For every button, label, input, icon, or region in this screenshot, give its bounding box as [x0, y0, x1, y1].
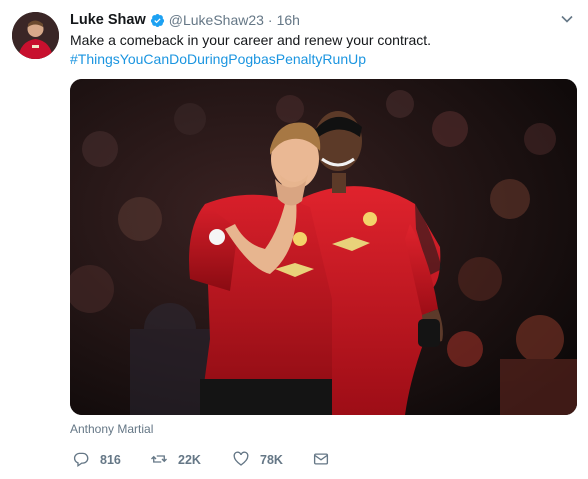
tweet-card[interactable]: Luke Shaw @LukeShaw23 · 16h Make a comeb…: [0, 0, 588, 479]
retweet-icon: [150, 450, 178, 471]
reply-count: 816: [100, 453, 121, 467]
tweet-header: Luke Shaw @LukeShaw23 · 16h: [70, 10, 300, 30]
envelope-icon: [312, 450, 330, 471]
tweet-photo[interactable]: [70, 79, 577, 415]
reply-button[interactable]: 816: [72, 449, 121, 471]
separator-dot: ·: [267, 12, 273, 28]
reply-icon: [72, 450, 100, 471]
timestamp[interactable]: 16h: [277, 12, 300, 28]
media-tag[interactable]: Anthony Martial: [70, 422, 153, 436]
hashtag-link[interactable]: #ThingsYouCanDoDuringPogbasPenaltyRunUp: [70, 50, 366, 69]
retweet-button[interactable]: 22K: [150, 449, 201, 471]
display-name[interactable]: Luke Shaw: [70, 12, 146, 28]
user-handle[interactable]: @LukeShaw23: [169, 12, 264, 28]
chevron-down-icon[interactable]: [560, 12, 574, 26]
verified-badge-icon: [150, 13, 165, 28]
like-count: 78K: [260, 453, 283, 467]
direct-message-button[interactable]: [312, 449, 330, 471]
tweet-text: Make a comeback in your career and renew…: [70, 32, 432, 48]
avatar[interactable]: [12, 12, 59, 59]
tweet-actions: 816 22K 78K: [70, 449, 550, 471]
like-button[interactable]: 78K: [232, 449, 283, 471]
retweet-count: 22K: [178, 453, 201, 467]
heart-icon: [232, 450, 260, 471]
